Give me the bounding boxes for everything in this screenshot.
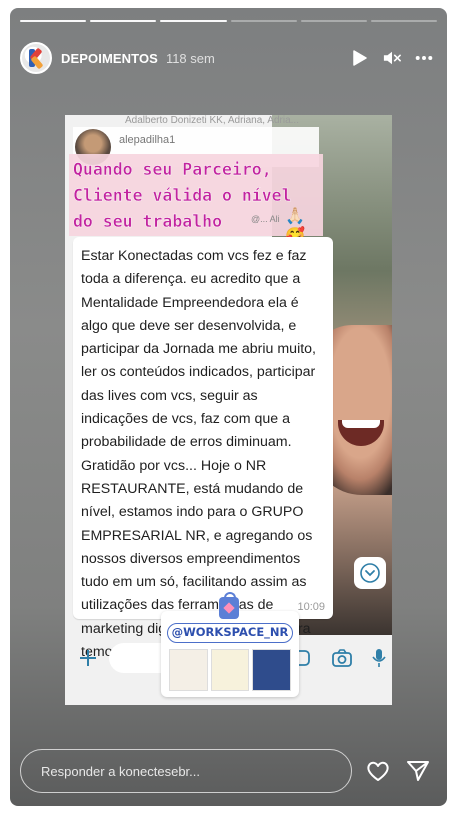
play-icon[interactable] (351, 49, 369, 67)
chat-username: alepadilha1 (119, 134, 176, 146)
microphone-icon (368, 647, 390, 669)
headline-text: Quando seu Parceiro, Cliente válida o ní… (73, 160, 292, 231)
progress-segment (230, 20, 297, 22)
scroll-down-button (354, 557, 386, 589)
reply-placeholder: Responder a konectesebr... (41, 763, 200, 779)
account-avatar[interactable] (20, 42, 52, 74)
sticker-handle: @WORKSPACE_NR (167, 623, 293, 643)
message-text: Estar Konectadas com vcs fez e faz toda … (81, 248, 317, 661)
progress-segment (90, 20, 157, 22)
story-media[interactable]: Adalberto Donizeti KK, Adriana, Adria...… (65, 115, 392, 705)
more-icon[interactable] (415, 49, 433, 67)
story-time: 118 sem (165, 50, 215, 66)
account-name[interactable]: DEPOIMENTOS (61, 51, 158, 66)
message-bubble: Estar Konectadas com vcs fez e faz toda … (73, 237, 333, 660)
camera-icon (331, 647, 353, 669)
progress-segment (20, 20, 87, 22)
sticker-thumbnails (169, 649, 292, 691)
story-viewer: DEPOIMENTOS 118 sem Adalberto Donizeti K… (10, 8, 447, 806)
progress-segment (160, 20, 227, 22)
progress-segment (300, 20, 367, 22)
reply-input[interactable]: Responder a konectesebr... (20, 749, 352, 793)
headline-banner: Quando seu Parceiro, Cliente válida o ní… (69, 154, 323, 245)
send-icon[interactable] (406, 759, 430, 783)
story-header: DEPOIMENTOS 118 sem (20, 42, 437, 74)
heart-icon[interactable] (366, 759, 390, 783)
headline-tag: @... Ali (251, 214, 280, 224)
mute-icon[interactable] (383, 49, 401, 67)
story-progress (20, 20, 438, 22)
progress-segment (370, 20, 438, 22)
workspace-sticker: @WORKSPACE_NR (161, 592, 299, 697)
shopping-bag-icon (219, 592, 239, 619)
plus-icon (77, 647, 99, 669)
message-time: 10:09 (297, 601, 325, 613)
chevron-down-icon (360, 563, 380, 583)
